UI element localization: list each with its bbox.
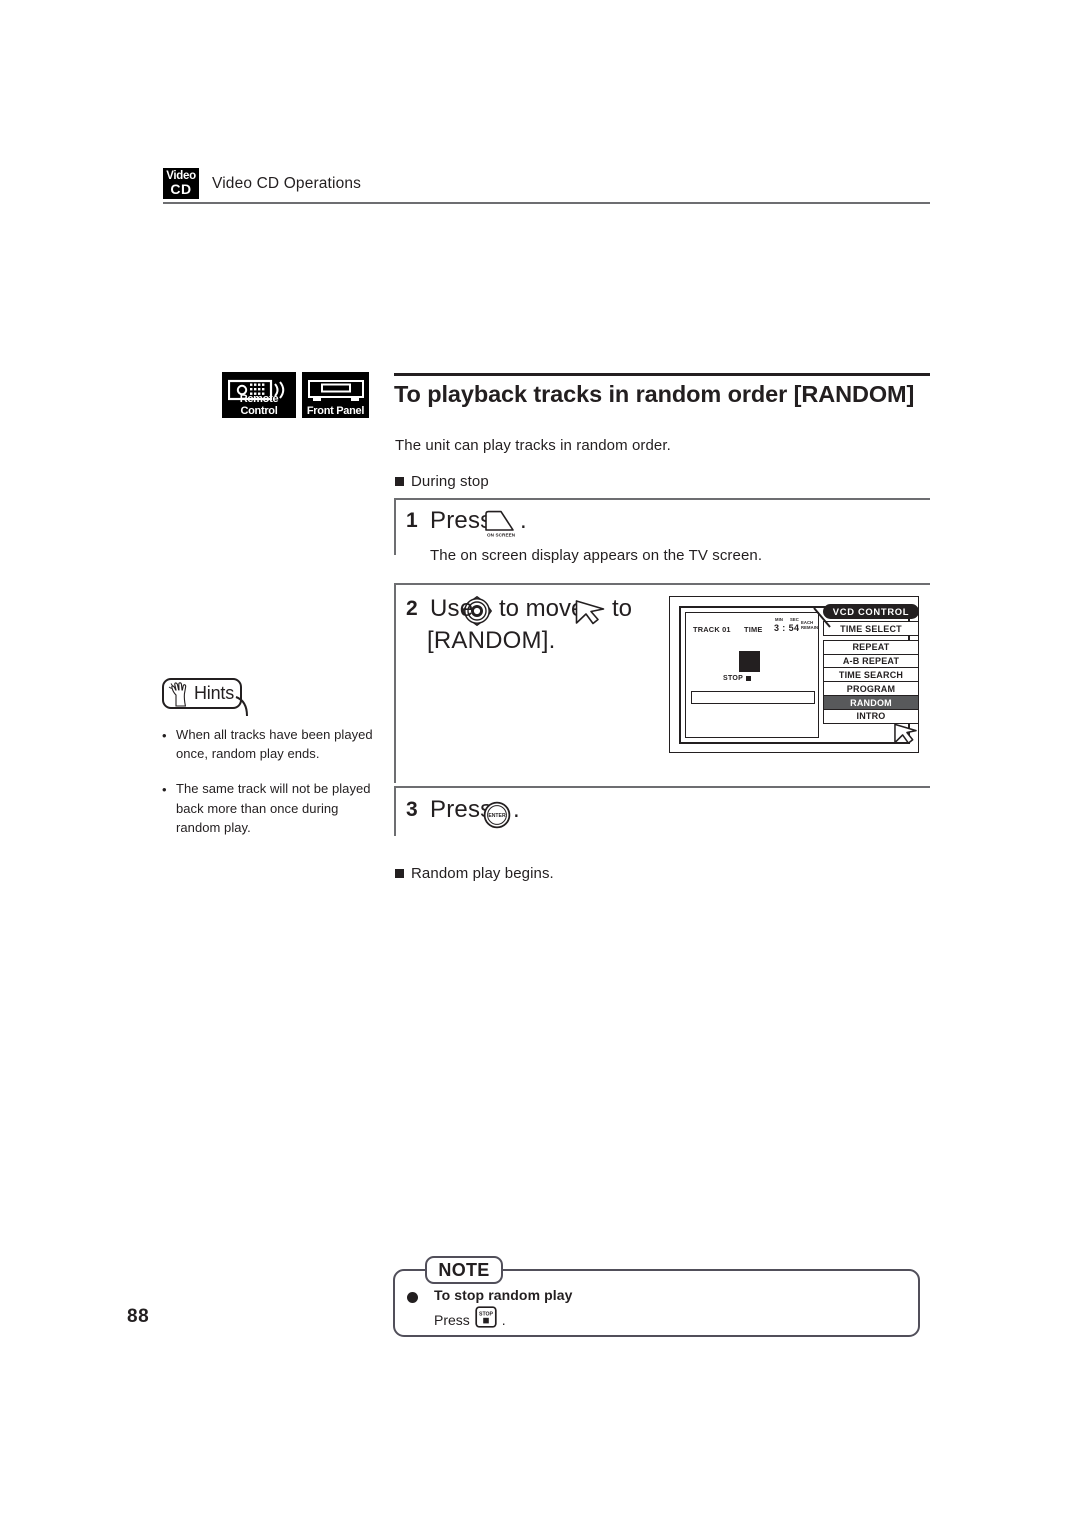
svg-text:ON SCREEN: ON SCREEN — [487, 533, 516, 538]
front-panel-badge: Front Panel — [302, 372, 369, 418]
step-2-mid-text: to move — [499, 595, 585, 622]
osd-track-label: TRACK 01 — [693, 625, 731, 634]
osd-sec-label: SEC — [790, 617, 799, 622]
section-top-divider — [394, 373, 930, 376]
osd-time-value: 3 : 54 — [774, 623, 800, 633]
front-panel-icon — [307, 380, 364, 401]
osd-progress-field — [691, 691, 815, 704]
hints-block: Hints • When all tracks have been played… — [162, 678, 377, 837]
hints-label: Hints — [193, 683, 234, 703]
step-1-divider — [394, 498, 930, 500]
device-badge-group: Remote Control Front Panel — [222, 372, 369, 418]
page-header: Video CD Video CD Operations — [163, 168, 930, 202]
pointing-hand-icon — [168, 682, 187, 707]
osd-status-text: STOP — [723, 675, 752, 682]
step-3-number: 3 — [406, 798, 418, 821]
step-2-number: 2 — [406, 597, 418, 620]
svg-text:STOP: STOP — [479, 1312, 494, 1318]
hint-bullet: • — [162, 728, 167, 743]
osd-menu-list[interactable]: TIME SELECT REPEAT A-B REPEAT TIME SEARC… — [823, 621, 919, 724]
stop-button-icon[interactable]: STOP — [475, 1306, 497, 1328]
chapter-title: Video CD Operations — [212, 175, 362, 192]
osd-stop-word: STOP — [723, 675, 744, 682]
osd-menu-item-repeat[interactable]: REPEAT — [823, 639, 919, 655]
video-cd-logo-line2: CD — [170, 181, 192, 198]
stop-square-icon — [746, 676, 752, 681]
osd-stop-glyph-large — [739, 651, 760, 672]
osd-status-line: TRACK 01 TIME MIN SEC 3 : 54 EACH REMAIN — [691, 617, 819, 635]
svg-text:ENTER: ENTER — [488, 813, 506, 819]
osd-vcd-control-title: VCD CONTROL — [823, 604, 919, 619]
note-press-word: Press — [434, 1312, 470, 1328]
note-body: To stop random play Press STOP . — [407, 1287, 573, 1328]
step-1-period: . — [520, 507, 527, 534]
step-1-number: 1 — [406, 509, 418, 532]
step-1-sidebar — [394, 500, 396, 555]
step-2-sidebar — [394, 585, 396, 783]
hints-header: Hints — [162, 678, 248, 717]
remote-control-badge-label: Remote Control — [239, 392, 279, 417]
osd-menu-item-time-search[interactable]: TIME SEARCH — [823, 667, 919, 683]
condition-label: During stop — [411, 473, 489, 490]
osd-remain-label: REMAIN — [801, 624, 819, 630]
hint-text: When all tracks have been played once, r… — [176, 727, 373, 762]
note-label: NOTE — [425, 1256, 503, 1284]
page-number: 88 — [127, 1306, 150, 1327]
note-period: . — [501, 1312, 506, 1328]
osd-video-area: TRACK 01 TIME MIN SEC 3 : 54 EACH REMAIN… — [685, 612, 819, 738]
square-bullet-icon — [395, 869, 404, 878]
osd-menu-item-program[interactable]: PROGRAM — [823, 681, 919, 697]
step-3-period: . — [513, 796, 520, 823]
enter-button-icon[interactable]: ENTER — [483, 801, 511, 829]
step-3-sidebar — [394, 788, 396, 836]
joystick-multi-control-icon[interactable] — [462, 596, 492, 626]
osd-min-label: MIN — [775, 617, 783, 622]
osd-each-remain-label: EACH REMAIN — [801, 620, 819, 631]
square-bullet-icon — [395, 477, 404, 486]
header-divider — [163, 202, 930, 204]
step-2-divider — [394, 583, 930, 585]
osd-menu-item-time-select[interactable]: TIME SELECT — [823, 621, 919, 636]
note-title: To stop random play — [434, 1287, 573, 1303]
front-panel-badge-label: Front Panel — [306, 404, 365, 417]
hint-item: • When all tracks have been played once,… — [162, 725, 377, 763]
on-screen-button-icon[interactable]: ON SCREEN — [483, 508, 517, 538]
video-cd-logo: Video CD — [163, 168, 199, 199]
osd-inner-frame: TRACK 01 TIME MIN SEC 3 : 54 EACH REMAIN… — [679, 604, 919, 744]
step-2-tail-text: to — [612, 595, 633, 622]
step-3-result-text: Random play begins. — [411, 865, 554, 882]
step-3-divider — [394, 786, 930, 788]
osd-menu-item-ab-repeat[interactable]: A-B REPEAT — [823, 653, 919, 669]
osd-cursor-arrow-icon — [894, 723, 917, 744]
step-3-result: Random play begins. — [395, 865, 554, 882]
section-title: To playback tracks in random order [RAND… — [394, 381, 915, 407]
section-intro-text: The unit can play tracks in random order… — [395, 437, 671, 454]
hint-text: The same track will not be played back m… — [176, 781, 371, 835]
hints-tail-decoration — [235, 696, 248, 717]
hint-bullet: • — [162, 782, 167, 798]
osd-time-word: TIME — [744, 625, 763, 634]
osd-screen-illustration: TRACK 01 TIME MIN SEC 3 : 54 EACH REMAIN… — [669, 596, 919, 753]
note-box: NOTE To stop random play Press STOP . — [393, 1256, 920, 1337]
note-instruction: Press STOP . — [434, 1306, 573, 1328]
step-1-description: The on screen display appears on the TV … — [430, 547, 763, 564]
condition-during-stop: During stop — [395, 473, 489, 490]
note-bullet-icon — [407, 1292, 418, 1303]
remote-control-badge: Remote Control — [222, 372, 296, 418]
hint-item: • The same track will not be played back… — [162, 779, 377, 837]
osd-menu-item-random[interactable]: RANDOM — [823, 695, 919, 711]
step-2-target: [RANDOM]. — [427, 627, 556, 654]
cursor-arrow-icon — [575, 600, 605, 625]
